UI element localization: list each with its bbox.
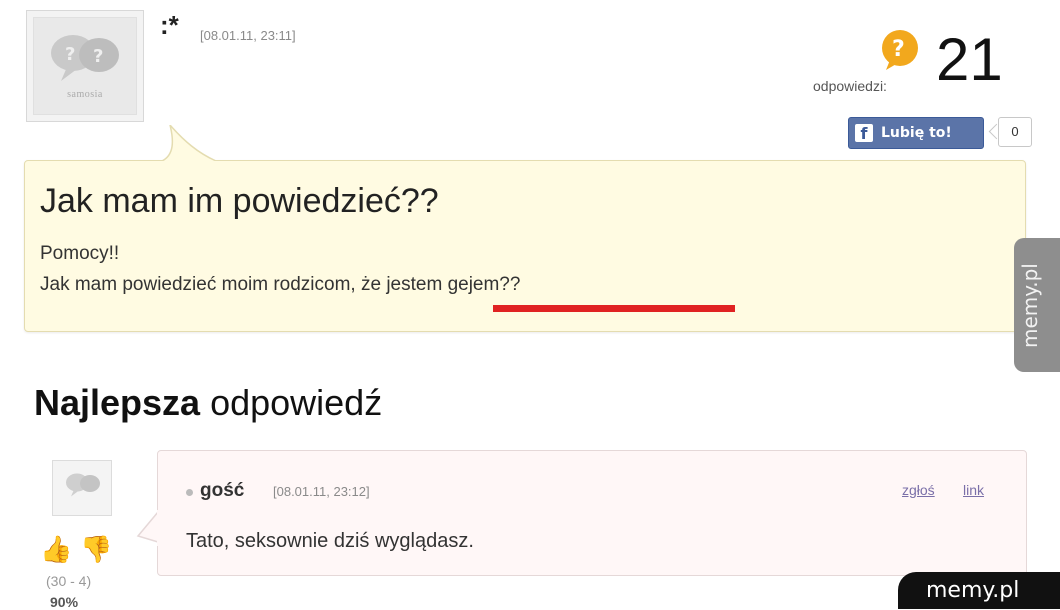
best-answer-heading-bold: Najlepsza xyxy=(34,382,201,423)
bullet-icon xyxy=(186,489,193,496)
svg-text:?: ? xyxy=(892,37,905,62)
question-bubble-tail xyxy=(156,125,220,165)
thumbs-down-icon[interactable]: 👎 xyxy=(80,534,112,565)
thumbs-up-icon[interactable]: 👍 xyxy=(40,534,72,565)
vote-count: (30 - 4) xyxy=(46,573,92,589)
answer-bubble-tail xyxy=(136,510,160,546)
permalink[interactable]: link xyxy=(963,482,984,498)
question-bubble-icon: ? xyxy=(882,30,918,70)
watermark-side-text: memy.pl xyxy=(1018,263,1042,348)
question-title: Jak mam im powiedzieć?? xyxy=(40,182,439,220)
answer-box xyxy=(157,450,1027,576)
speech-bubbles-logo-icon: ? ? xyxy=(51,35,119,81)
avatar[interactable]: ? ? samosia xyxy=(26,10,144,122)
watermark-bottom-text: memy.pl xyxy=(926,578,1020,603)
answers-count: 21 xyxy=(936,26,1003,93)
question-text-line2: Jak mam powiedzieć moim rodzicom, że jes… xyxy=(40,274,521,295)
watermark-bottom: memy.pl xyxy=(898,572,1060,609)
answers-label: odpowiedzi: xyxy=(813,78,887,94)
vote-percent: 90% xyxy=(50,594,79,610)
avatar-logo-text: samosia xyxy=(67,89,103,100)
speech-bubbles-logo-icon xyxy=(66,473,100,497)
question-date: [08.01.11, 23:11] xyxy=(200,28,296,43)
question-text-line1: Pomocy!! xyxy=(40,243,120,264)
best-answer-heading: Najlepsza odpowiedź xyxy=(34,382,382,424)
facebook-like-button[interactable]: f Lubię to! xyxy=(848,117,984,149)
svg-text:?: ? xyxy=(93,46,103,67)
red-underline xyxy=(493,305,735,312)
best-answer-heading-rest: odpowiedź xyxy=(200,382,383,423)
watermark-side: memy.pl xyxy=(1014,238,1060,372)
answer-text: Tato, seksownie dziś wyglądasz. xyxy=(186,530,474,552)
report-link[interactable]: zgłoś xyxy=(902,482,935,498)
like-button-label: Lubię to! xyxy=(881,125,952,141)
like-count: 0 xyxy=(998,117,1032,147)
answer-avatar[interactable] xyxy=(52,460,112,516)
facebook-icon: f xyxy=(855,124,873,143)
answer-date: [08.01.11, 23:12] xyxy=(273,484,370,499)
answer-author[interactable]: gość xyxy=(200,480,244,502)
svg-text:?: ? xyxy=(65,44,75,65)
question-author[interactable]: :* xyxy=(160,12,179,38)
